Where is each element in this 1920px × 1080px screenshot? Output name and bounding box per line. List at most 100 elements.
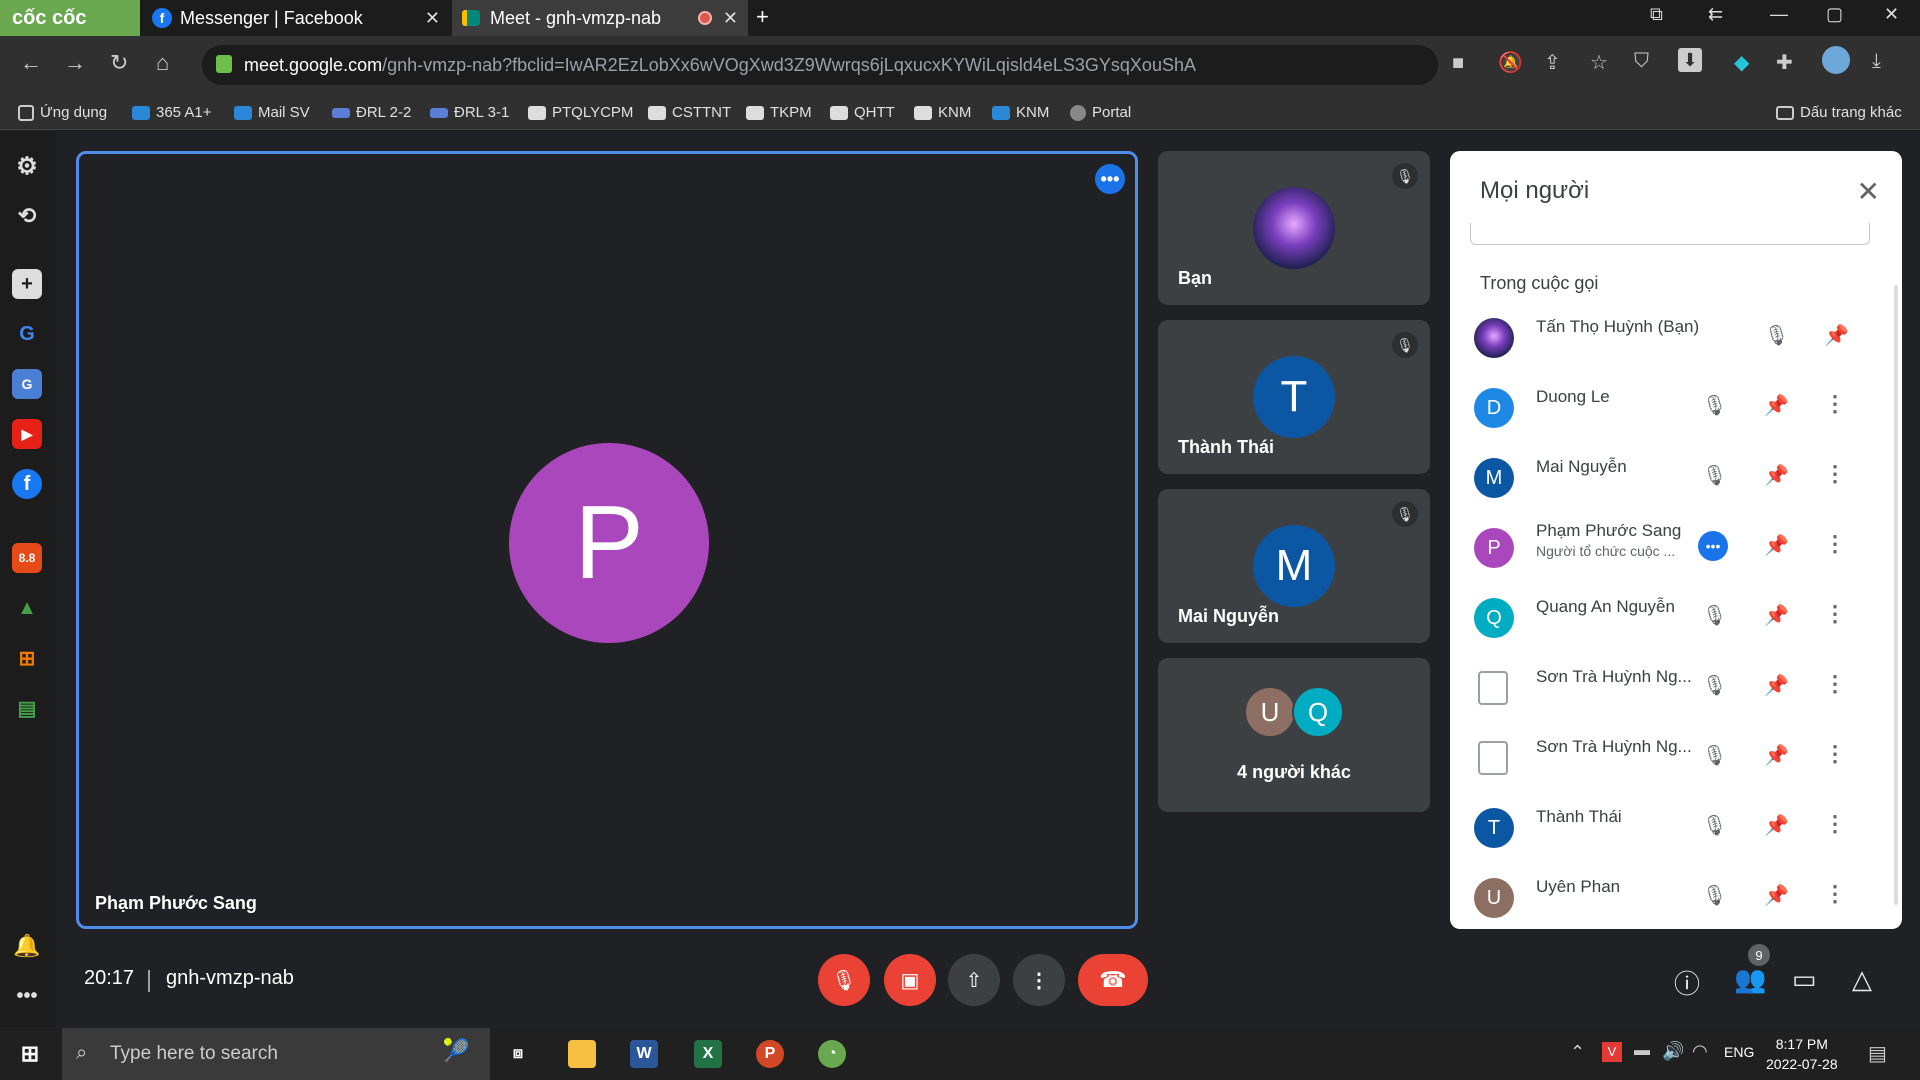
- video-tile[interactable]: T 🎙 Thành Thái: [1158, 320, 1430, 474]
- bookmark-item[interactable]: QHTT: [830, 104, 895, 121]
- close-icon[interactable]: ✕: [723, 8, 738, 29]
- more-vert-icon[interactable]: ⋮: [1824, 671, 1846, 697]
- close-icon[interactable]: ✕: [1857, 175, 1880, 208]
- spreadsheet-icon[interactable]: ▤: [12, 693, 42, 723]
- video-tile-you[interactable]: 🎙 Bạn: [1158, 151, 1430, 305]
- tab-meet[interactable]: Meet - gnh-vmzp-nab ✕: [452, 0, 748, 36]
- extension-icon[interactable]: ◆: [1734, 50, 1749, 75]
- pin-icon[interactable]: 📌: [1824, 323, 1849, 348]
- more-vert-icon[interactable]: ⋮: [1824, 531, 1846, 557]
- maximize-icon[interactable]: ▢: [1826, 4, 1843, 25]
- language-indicator[interactable]: ENG: [1724, 1044, 1754, 1060]
- url-text[interactable]: meet.google.com/gnh-vmzp-nab?fbclid=IwAR…: [244, 55, 1196, 76]
- more-options-button[interactable]: ⋮: [1013, 954, 1065, 1006]
- puzzle-icon[interactable]: ✚: [1776, 50, 1793, 75]
- tab-messenger[interactable]: f Messenger | Facebook ✕: [142, 0, 450, 36]
- video-tile[interactable]: M 🎙 Mai Nguyễn: [1158, 489, 1430, 643]
- more-options-icon[interactable]: •••: [1095, 164, 1125, 194]
- people-icon[interactable]: 👥: [1734, 964, 1766, 995]
- camera-toggle-button[interactable]: ▣: [884, 954, 936, 1006]
- pin-icon[interactable]: 📌: [1764, 603, 1789, 628]
- address-bar[interactable]: meet.google.com/gnh-vmzp-nab?fbclid=IwAR…: [202, 45, 1438, 85]
- chat-icon[interactable]: ▭: [1792, 964, 1817, 995]
- end-call-button[interactable]: ☎: [1078, 954, 1148, 1006]
- task-view-icon[interactable]: ⧈: [504, 1040, 532, 1068]
- excel-icon[interactable]: X: [694, 1040, 722, 1068]
- bookmark-item[interactable]: TKPM: [746, 104, 812, 121]
- participant-row[interactable]: Tấn Thọ Huỳnh (Bạn) 🎙 📌: [1450, 301, 1870, 371]
- pin-icon[interactable]: 📌: [1764, 463, 1789, 488]
- new-tab-icon[interactable]: +: [756, 4, 769, 30]
- more-vert-icon[interactable]: ⋮: [1824, 741, 1846, 767]
- google-icon[interactable]: G: [12, 319, 42, 349]
- back-tab-icon[interactable]: ⇇: [1708, 4, 1723, 25]
- notifications-off-icon[interactable]: 🔕: [1498, 50, 1523, 75]
- close-icon[interactable]: ✕: [425, 8, 440, 29]
- cart-icon[interactable]: ⊞: [12, 643, 42, 673]
- add-icon[interactable]: +: [12, 269, 42, 299]
- minimize-icon[interactable]: —: [1770, 4, 1788, 25]
- back-icon[interactable]: ←: [20, 50, 42, 76]
- download-box-icon[interactable]: ⬇: [1678, 48, 1702, 72]
- main-video-tile[interactable]: P ••• Phạm Phước Sang: [76, 151, 1138, 929]
- bookmark-item[interactable]: KNM: [992, 104, 1049, 121]
- word-icon[interactable]: W: [630, 1040, 658, 1068]
- browser-brand[interactable]: cốc cốc: [0, 0, 140, 36]
- info-icon[interactable]: ⓘ: [1674, 964, 1700, 1001]
- share-icon[interactable]: ⇪: [1544, 50, 1561, 75]
- taskbar-search[interactable]: ⌕ Type here to search 🎾: [62, 1028, 490, 1080]
- participant-row[interactable]: U Uyên Phan 🎙 📌 ⋮: [1450, 861, 1870, 931]
- volume-icon[interactable]: 🔊: [1662, 1041, 1684, 1062]
- present-button[interactable]: ⇧: [948, 954, 1000, 1006]
- system-clock[interactable]: 8:17 PM 2022-07-28: [1766, 1034, 1838, 1074]
- more-vert-icon[interactable]: ⋮: [1824, 601, 1846, 627]
- participant-row[interactable]: T Thành Thái 🎙 📌 ⋮: [1450, 791, 1870, 861]
- participant-row[interactable]: Sơn Trà Huỳnh Ng... 🎙 📌 ⋮: [1450, 721, 1870, 791]
- shield-icon[interactable]: ⛉: [1634, 50, 1649, 73]
- translate-icon[interactable]: G: [12, 369, 42, 399]
- bookmark-item[interactable]: PTQLYCPM: [528, 104, 633, 121]
- participant-row[interactable]: D Duong Le 🎙 📌 ⋮: [1450, 371, 1870, 441]
- reload-icon[interactable]: ↻: [110, 50, 128, 76]
- history-icon[interactable]: ⟲: [12, 201, 42, 231]
- lock-icon[interactable]: [216, 55, 232, 73]
- windows-start-icon[interactable]: ⊞: [16, 1040, 44, 1068]
- facebook-icon[interactable]: f: [12, 469, 42, 499]
- downloads-icon[interactable]: ⤓: [1872, 50, 1881, 73]
- pin-icon[interactable]: 📌: [1764, 673, 1789, 698]
- participant-row[interactable]: Sơn Trà Huỳnh Ng... 🎙 📌 ⋮: [1450, 651, 1870, 721]
- bookmark-item[interactable]: KNM: [914, 104, 971, 121]
- bookmark-apps[interactable]: Ứng dụng: [18, 104, 107, 121]
- activities-icon[interactable]: △: [1852, 964, 1872, 995]
- pin-icon[interactable]: 📌: [1764, 813, 1789, 838]
- mic-toggle-button[interactable]: 🎙: [818, 954, 870, 1006]
- chevron-up-icon[interactable]: ⌃: [1570, 1042, 1585, 1063]
- camera-icon[interactable]: ■: [1452, 52, 1464, 75]
- bell-icon[interactable]: 🔔: [12, 931, 42, 961]
- video-tile-others[interactable]: U Q 4 người khác: [1158, 658, 1430, 812]
- settings-icon[interactable]: ⚙: [12, 151, 42, 181]
- vietkey-icon[interactable]: V: [1602, 1042, 1622, 1062]
- shopping-icon[interactable]: 8.8: [12, 543, 42, 573]
- bookmark-item[interactable]: ĐRL 2-2: [332, 104, 411, 121]
- powerpoint-icon[interactable]: P: [756, 1040, 784, 1068]
- more-vert-icon[interactable]: ⋮: [1824, 461, 1846, 487]
- participant-row[interactable]: Q Quang An Nguyễn 🎙 📌 ⋮: [1450, 581, 1870, 651]
- pin-icon[interactable]: 📌: [1764, 533, 1789, 558]
- more-icon[interactable]: •••: [12, 981, 42, 1011]
- bookmark-other[interactable]: Dấu trang khác: [1776, 104, 1902, 121]
- more-vert-icon[interactable]: ⋮: [1824, 391, 1846, 417]
- pin-icon[interactable]: 📌: [1764, 743, 1789, 768]
- close-window-icon[interactable]: ✕: [1884, 4, 1899, 25]
- graduation-icon[interactable]: ▲: [12, 593, 42, 623]
- forward-icon[interactable]: →: [64, 50, 86, 76]
- search-input[interactable]: [1470, 223, 1870, 245]
- youtube-icon[interactable]: ▶: [12, 419, 42, 449]
- participant-row[interactable]: M Mai Nguyễn 🎙 📌 ⋮: [1450, 441, 1870, 511]
- pin-icon[interactable]: 📌: [1764, 393, 1789, 418]
- scrollbar[interactable]: [1894, 285, 1898, 905]
- notification-center-icon[interactable]: ▤: [1868, 1041, 1887, 1066]
- battery-icon[interactable]: ▬: [1634, 1042, 1650, 1060]
- screen-capture-icon[interactable]: ⧉: [1650, 4, 1663, 25]
- wifi-icon[interactable]: ◠: [1692, 1041, 1708, 1062]
